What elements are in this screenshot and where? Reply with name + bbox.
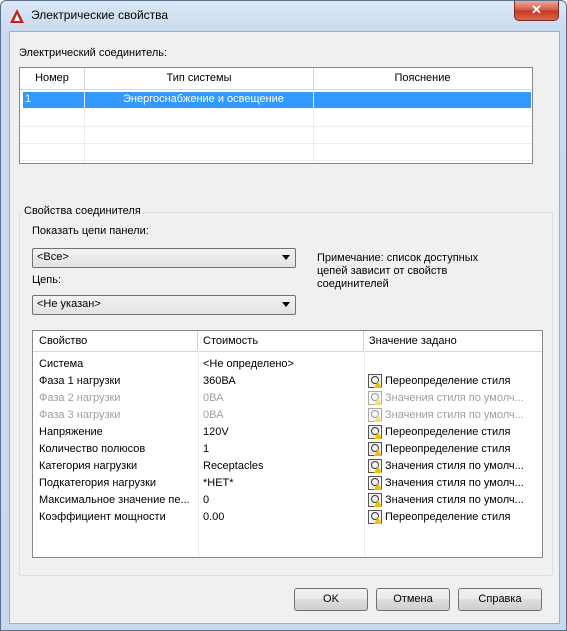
property-name: Фаза 3 нагрузки xyxy=(39,409,121,421)
close-button[interactable]: ✕ xyxy=(514,1,559,21)
cancel-button[interactable]: Отмена xyxy=(376,588,450,611)
column-header-note[interactable]: Пояснение xyxy=(314,68,531,90)
style-warning-icon xyxy=(368,476,382,490)
property-value: 360ВА xyxy=(203,375,236,387)
column-header-number[interactable]: Номер xyxy=(20,68,85,90)
connector-label: Электрический соединитель: xyxy=(19,47,168,59)
property-name: Количество полюсов xyxy=(39,443,146,455)
autocad-logo-icon xyxy=(10,9,24,23)
table-row[interactable]: Коэффициент мощности 0.00 Переопределени… xyxy=(33,509,542,526)
property-name: Категория нагрузки xyxy=(39,460,138,472)
property-name: Подкатегория нагрузки xyxy=(39,477,157,489)
row-system-type: Энергоснабжение и освещение xyxy=(123,93,284,105)
style-warning-icon xyxy=(368,442,382,456)
property-value: 1 xyxy=(203,443,210,455)
table-row: Фаза 2 нагрузки 0ВА Значения стиля по ум… xyxy=(33,390,542,407)
property-source: Переопределение стиля xyxy=(385,426,511,438)
property-name: Фаза 1 нагрузки xyxy=(39,375,121,387)
property-source: Значения стиля по умолч... xyxy=(385,494,524,506)
style-warning-icon xyxy=(368,425,382,439)
property-name: Коэффициент мощности xyxy=(39,511,166,523)
property-source: Переопределение стиля xyxy=(385,443,511,455)
table-row[interactable]: Фаза 1 нагрузки 360ВА Переопределение ст… xyxy=(33,373,542,390)
panel-circuits-value: <Все> xyxy=(37,251,69,263)
note-line-1: Примечание: список доступных xyxy=(317,252,479,264)
properties-grid: Свойство Стоимость Значение задано Систе… xyxy=(32,330,543,558)
property-value: 120V xyxy=(203,426,229,438)
style-warning-icon xyxy=(368,493,382,507)
property-name: Фаза 2 нагрузки xyxy=(39,392,121,404)
row-number: 1 xyxy=(25,93,32,105)
column-header-system-type[interactable]: Тип системы xyxy=(85,68,314,90)
property-source: Значения стиля по умолч... xyxy=(385,409,524,421)
property-name: Максимальное значение пе... xyxy=(39,494,190,506)
table-row[interactable]: Максимальное значение пе... 0 Значения с… xyxy=(33,492,542,509)
property-value: *НЕТ* xyxy=(203,477,234,489)
note-line-2: цепей зависит от свойств xyxy=(317,265,448,277)
connector-table: Номер Тип системы Пояснение 1 Энергоснаб… xyxy=(19,67,533,164)
table-row[interactable]: Система <Не определено> xyxy=(33,356,542,373)
column-header-property[interactable]: Свойство xyxy=(33,331,198,352)
property-source: Значения стиля по умолч... xyxy=(385,477,524,489)
dialog-body: Электрический соединитель: Номер Тип сис… xyxy=(9,31,560,624)
grid-line xyxy=(20,160,532,161)
grid-line xyxy=(313,89,314,163)
note-line-3: соединителей xyxy=(317,278,389,290)
table-row[interactable]: Категория нагрузки Receptacles Значения … xyxy=(33,458,542,475)
panel-circuits-label: Показать цепи панели: xyxy=(32,225,149,237)
property-name: Напряжение xyxy=(39,426,103,438)
chevron-down-icon xyxy=(282,255,290,260)
property-source: Значения стиля по умолч... xyxy=(385,392,524,404)
style-warning-icon xyxy=(368,391,382,405)
help-button[interactable]: Справка xyxy=(458,588,542,611)
column-header-value[interactable]: Стоимость xyxy=(199,331,364,352)
property-value: 0ВА xyxy=(203,409,224,421)
column-header-source[interactable]: Значение задано xyxy=(365,331,542,352)
grid-line xyxy=(20,126,532,127)
ok-button[interactable]: OK xyxy=(294,588,368,611)
circuit-label: Цепь: xyxy=(32,274,61,286)
property-value: 0 xyxy=(203,494,210,506)
property-value: <Не определено> xyxy=(203,358,294,370)
grid-line xyxy=(84,89,85,163)
dialog-window: Электрические свойства ✕ Электрический с… xyxy=(0,0,567,631)
circuit-value: <Не указан> xyxy=(37,298,101,310)
style-warning-icon xyxy=(368,459,382,473)
style-warning-icon xyxy=(368,510,382,524)
chevron-down-icon xyxy=(282,302,290,307)
property-value: 0ВА xyxy=(203,392,224,404)
window-title: Электрические свойства xyxy=(31,8,169,22)
table-row: Фаза 3 нагрузки 0ВА Значения стиля по ум… xyxy=(33,407,542,424)
property-value: Receptacles xyxy=(203,460,264,472)
style-warning-icon xyxy=(368,374,382,388)
property-source: Переопределение стиля xyxy=(385,375,511,387)
property-name: Система xyxy=(39,358,84,370)
style-warning-icon xyxy=(368,408,382,422)
panel-circuits-dropdown[interactable]: <Все> xyxy=(32,248,296,268)
table-row[interactable]: 1 Энергоснабжение и освещение xyxy=(23,92,531,108)
table-row[interactable]: Количество полюсов 1 Переопределение сти… xyxy=(33,441,542,458)
property-source: Переопределение стиля xyxy=(385,511,511,523)
table-row[interactable]: Подкатегория нагрузки *НЕТ* Значения сти… xyxy=(33,475,542,492)
grid-line xyxy=(20,143,532,144)
close-icon: ✕ xyxy=(531,2,542,17)
property-source: Значения стиля по умолч... xyxy=(385,460,524,472)
circuit-dropdown[interactable]: <Не указан> xyxy=(32,295,296,315)
property-value: 0.00 xyxy=(203,511,225,523)
title-bar[interactable]: Электрические свойства ✕ xyxy=(1,1,566,31)
table-row[interactable]: Напряжение 120V Переопределение стиля xyxy=(33,424,542,441)
group-title: Свойства соединителя xyxy=(22,205,143,217)
